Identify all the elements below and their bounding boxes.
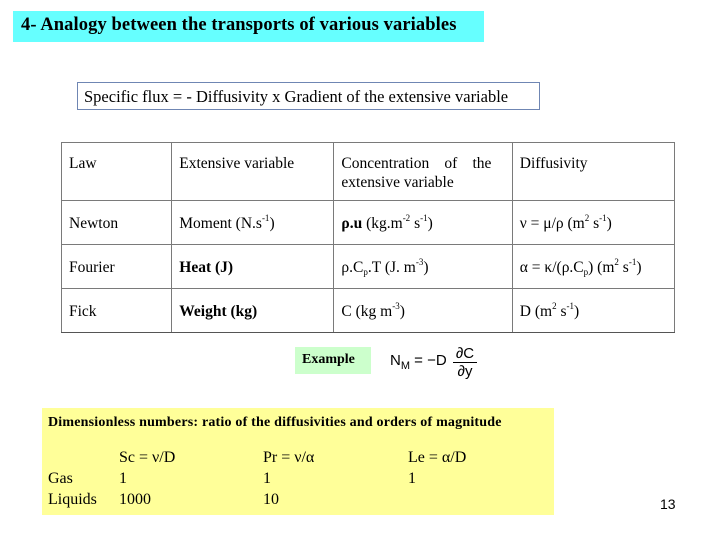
dimensionless-title: Dimensionless numbers: ratio of the diff… — [48, 415, 502, 430]
lewis-number-label: Le = α/D — [408, 449, 467, 466]
cell-extensive: Weight (kg) — [171, 288, 335, 333]
cell-concentration: ρ.u (kg.m-2 s-1) — [333, 200, 513, 245]
equation-lhs: NM = −D — [390, 352, 447, 372]
equation-denominator: ∂y — [457, 363, 473, 380]
cell-extensive: Heat (J) — [171, 244, 335, 289]
header-concentration-line2: extensive variable — [341, 174, 454, 191]
cell-extensive: Moment (N.s-1) — [171, 200, 335, 245]
cell-diffusivity: α = κ/(ρ.Cp) (m2 s-1) — [511, 244, 676, 289]
grid-cell: 10 — [263, 491, 279, 508]
fick-equation: NM = −D ∂C ∂y — [390, 345, 490, 385]
dimensionless-header-row: Sc = ν/D Pr = ν/α Le = α/D — [48, 447, 548, 468]
schmidt-number-label: Sc = ν/D — [119, 449, 176, 466]
cell-law: Fourier — [60, 244, 173, 289]
page-number: 13 — [660, 496, 676, 512]
cell-diffusivity: D (m2 s-1) — [511, 288, 676, 333]
equation-numerator: ∂C — [453, 345, 477, 363]
transport-laws-table: Law Extensive variable Concentration of … — [60, 142, 676, 333]
slide-title: 4- Analogy between the transports of var… — [21, 15, 457, 35]
table-row: Fourier Heat (J) ρ.Cp.T (J. m-3) α = κ/(… — [60, 244, 676, 289]
header-extensive-variable: Extensive variable — [171, 142, 335, 201]
table-header-row: Law Extensive variable Concentration of … — [60, 142, 676, 201]
header-concentration-word3: the — [472, 155, 492, 172]
grid-cell: 1000 — [119, 491, 151, 508]
header-concentration-word2: of — [444, 155, 458, 172]
dimensionless-row-liquids: Liquids 1000 10 — [48, 489, 548, 510]
grid-cell: 1 — [408, 470, 416, 487]
prandtl-number-label: Pr = ν/α — [263, 449, 315, 466]
cell-law: Newton — [60, 200, 173, 245]
cell-concentration: C (kg m-3) — [333, 288, 513, 333]
header-law: Law — [60, 142, 173, 201]
cell-law: Fick — [60, 288, 173, 333]
table-row: Newton Moment (N.s-1) ρ.u (kg.m-2 s-1) ν… — [60, 200, 676, 245]
table-row: Fick Weight (kg) C (kg m-3) D (m2 s-1) — [60, 288, 676, 333]
dimensionless-grid: Sc = ν/D Pr = ν/α Le = α/D Gas 1 1 1 Liq… — [48, 447, 548, 510]
cell-diffusivity: ν = μ/ρ (m2 s-1) — [511, 200, 676, 245]
example-label: Example — [302, 352, 355, 367]
dimensionless-row-gas: Gas 1 1 1 — [48, 468, 548, 489]
grid-cell: 1 — [263, 470, 271, 487]
equation-fraction: ∂C ∂y — [453, 345, 477, 381]
flux-statement: Specific flux = - Diffusivity x Gradient… — [84, 87, 509, 106]
header-diffusivity: Diffusivity — [511, 142, 676, 201]
grid-cell: 1 — [119, 470, 127, 487]
grid-cell: Liquids — [48, 491, 97, 508]
header-concentration-word1: Concentration — [341, 155, 430, 172]
grid-cell: Gas — [48, 470, 73, 487]
header-concentration: Concentration of the extensive variable — [333, 142, 513, 201]
cell-concentration: ρ.Cp.T (J. m-3) — [333, 244, 513, 289]
